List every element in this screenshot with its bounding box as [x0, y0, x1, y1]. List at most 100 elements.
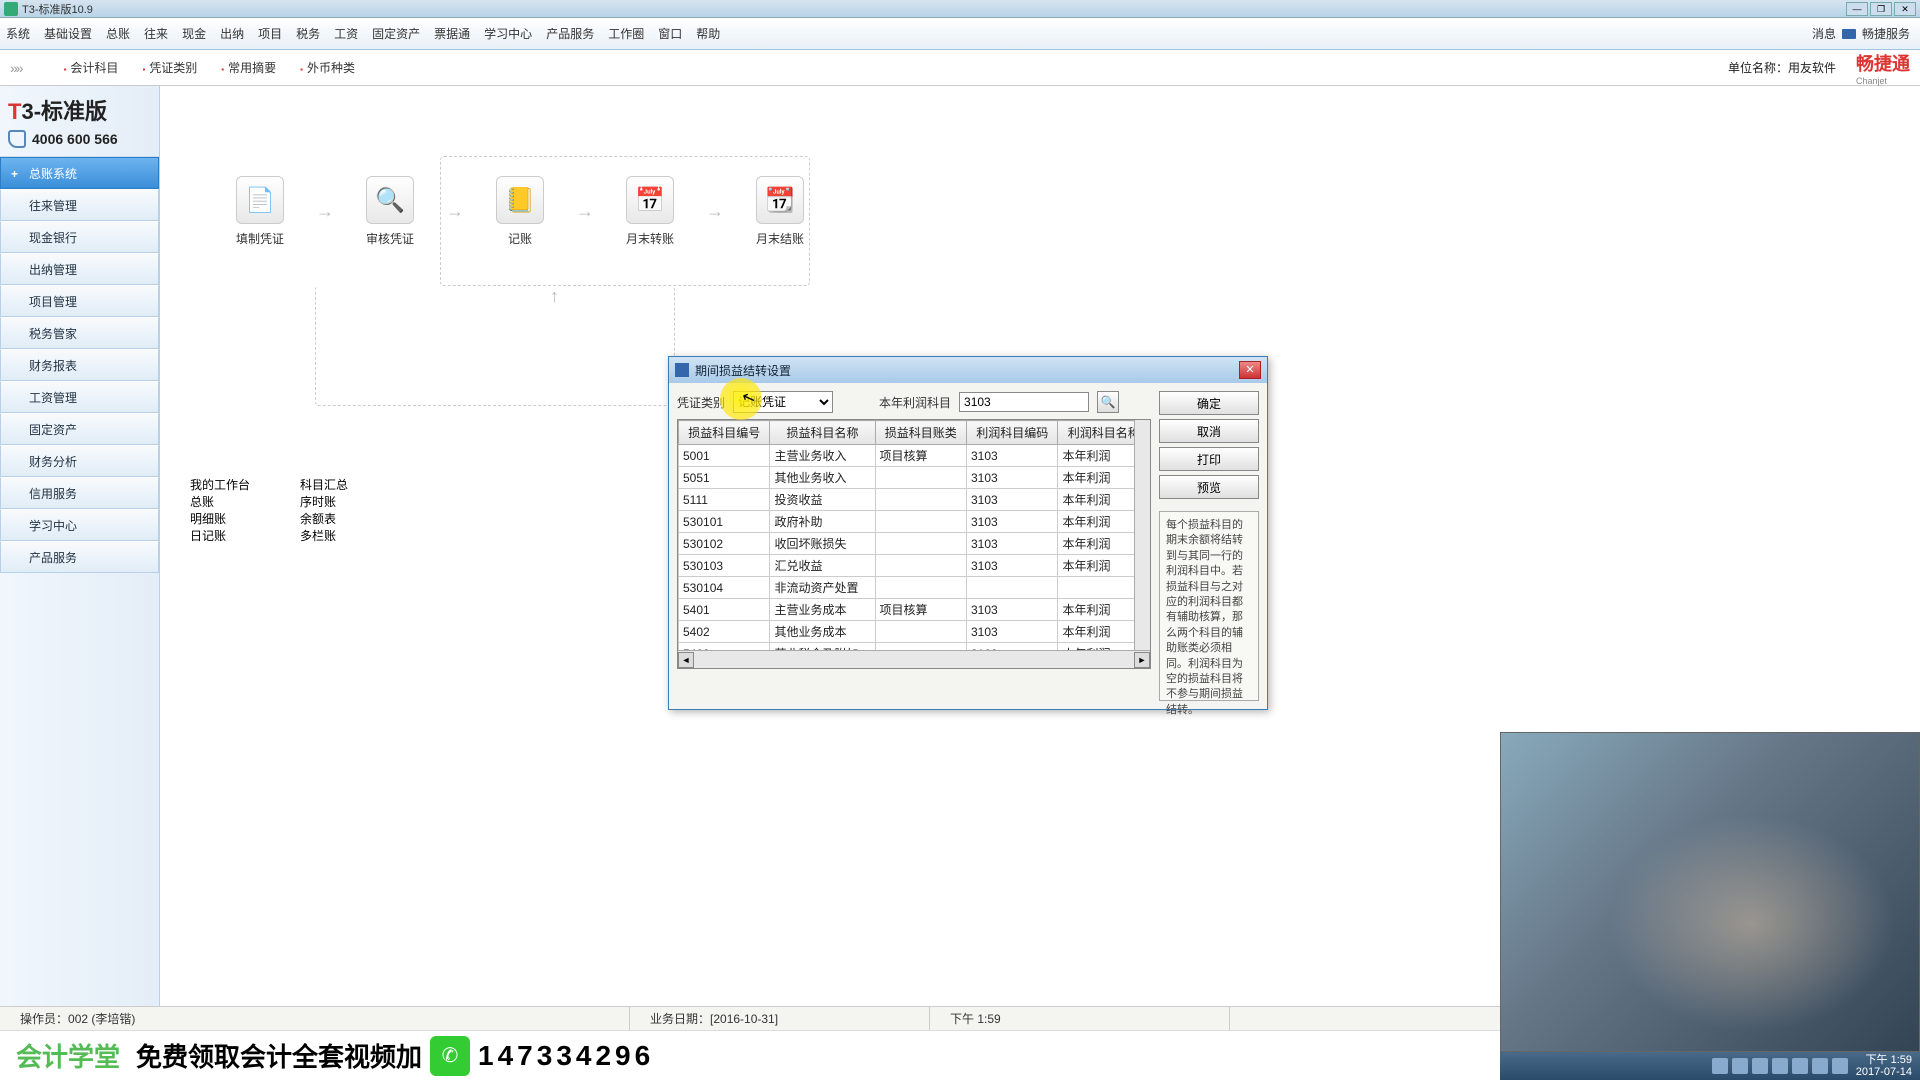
menu-item-6[interactable]: 项目	[252, 21, 288, 46]
minimize-button[interactable]: —	[1846, 2, 1868, 16]
taskbar-clock[interactable]: 下午 1:59 2017-07-14	[1856, 1054, 1912, 1078]
tray-icon[interactable]	[1712, 1058, 1728, 1074]
ok-button[interactable]: 确定	[1159, 391, 1259, 415]
menu-item-7[interactable]: 税务	[290, 21, 326, 46]
table-row[interactable]: 530101政府补助3103本年利润	[679, 511, 1150, 533]
envelope-icon[interactable]	[1842, 29, 1856, 39]
toolbar-link-0[interactable]: 会计科目	[64, 61, 119, 75]
table-row[interactable]: 530103汇兑收益3103本年利润	[679, 555, 1150, 577]
table-header[interactable]: 损益科目名称	[770, 421, 875, 445]
flow-step-0[interactable]: 📄填制凭证	[220, 176, 300, 247]
accounts-table[interactable]: 损益科目编号损益科目名称损益科目账类利润科目编码利润科目名称 5001主营业务收…	[678, 420, 1150, 669]
sidebar-item-0[interactable]: 总账系统	[0, 157, 159, 189]
expand-icon[interactable]: »»	[10, 60, 22, 76]
table-row[interactable]: 5001主营业务收入项目核算3103本年利润	[679, 445, 1150, 467]
table-hscrollbar[interactable]: ◄ ►	[678, 650, 1150, 668]
menu-item-15[interactable]: 帮助	[690, 21, 726, 46]
table-row[interactable]: 5401主营业务成本项目核算3103本年利润	[679, 599, 1150, 621]
sidebar-item-8[interactable]: 固定资产	[0, 413, 159, 445]
tray-icon[interactable]	[1792, 1058, 1808, 1074]
sidebar-item-10[interactable]: 信用服务	[0, 477, 159, 509]
menu-item-4[interactable]: 现金	[176, 21, 212, 46]
banner-text: 免费领取会计全套视频加	[136, 1037, 422, 1074]
system-tray[interactable]	[1712, 1058, 1848, 1074]
webcam-overlay	[1500, 732, 1920, 1052]
tray-icon[interactable]	[1732, 1058, 1748, 1074]
arrow-right-icon: →	[300, 201, 350, 222]
dialog-titlebar[interactable]: 期间损益结转设置 ✕	[669, 357, 1267, 383]
dialog-close-button[interactable]: ✕	[1239, 361, 1261, 379]
lookup-button[interactable]: 🔍	[1097, 391, 1119, 413]
table-row[interactable]: 530104非流动资产处置​	[679, 577, 1150, 599]
menu-item-2[interactable]: 总账	[100, 21, 136, 46]
service-link[interactable]: 畅捷服务	[1862, 25, 1910, 42]
app-icon	[4, 2, 18, 16]
sidebar-item-3[interactable]: 出纳管理	[0, 253, 159, 285]
preview-button[interactable]: 预览	[1159, 475, 1259, 499]
tray-icon[interactable]	[1812, 1058, 1828, 1074]
sidebar-item-1[interactable]: 往来管理	[0, 189, 159, 221]
sidebar-item-9[interactable]: 财务分析	[0, 445, 159, 477]
tray-icon[interactable]	[1752, 1058, 1768, 1074]
menu-item-12[interactable]: 产品服务	[540, 21, 600, 46]
menubar: 系统基础设置总账往来现金出纳项目税务工资固定资产票据通学习中心产品服务工作圈窗口…	[0, 21, 726, 46]
quicklink-left-1[interactable]: 总账	[190, 493, 250, 510]
table-header[interactable]: 利润科目编码	[967, 421, 1058, 445]
tray-icon[interactable]	[1832, 1058, 1848, 1074]
sidebar-item-12[interactable]: 产品服务	[0, 541, 159, 573]
menu-item-1[interactable]: 基础设置	[38, 21, 98, 46]
quicklink-left-2[interactable]: 明细账	[190, 510, 250, 527]
scroll-left-button[interactable]: ◄	[678, 652, 694, 668]
table-header[interactable]: 损益科目账类	[875, 421, 966, 445]
table-row[interactable]: 530102收回坏账损失3103本年利润	[679, 533, 1150, 555]
phone-number: 4006 600 566	[32, 131, 118, 147]
message-link[interactable]: 消息	[1812, 25, 1836, 42]
quicklink-right-3[interactable]: 多栏账	[300, 527, 348, 544]
scroll-right-button[interactable]: ►	[1134, 652, 1150, 668]
quicklink-left-0[interactable]: 我的工作台	[190, 476, 250, 493]
quicklink-right-2[interactable]: 余额表	[300, 510, 348, 527]
voucher-type-select[interactable]: 记账凭证	[733, 391, 833, 413]
sidebar-item-11[interactable]: 学习中心	[0, 509, 159, 541]
profit-account-input[interactable]	[959, 392, 1089, 412]
window-titlebar: T3-标准版10.9 — ❐ ✕	[0, 0, 1920, 18]
flow-step-4[interactable]: 📆月末结账	[740, 176, 820, 247]
print-button[interactable]: 打印	[1159, 447, 1259, 471]
table-row[interactable]: 5051其他业务收入3103本年利润	[679, 467, 1150, 489]
table-vscrollbar[interactable]	[1134, 420, 1150, 650]
flow-icon: 📆	[756, 176, 804, 224]
cancel-button[interactable]: 取消	[1159, 419, 1259, 443]
menu-item-8[interactable]: 工资	[328, 21, 364, 46]
quicklink-left-3[interactable]: 日记账	[190, 527, 250, 544]
flow-step-1[interactable]: 🔍审核凭证	[350, 176, 430, 247]
menu-item-9[interactable]: 固定资产	[366, 21, 426, 46]
menu-item-3[interactable]: 往来	[138, 21, 174, 46]
toolbar-link-3[interactable]: 外币种类	[300, 61, 355, 75]
menu-item-13[interactable]: 工作圈	[602, 21, 650, 46]
help-text: 每个损益科目的期末余额将结转到与其同一行的利润科目中。若损益科目与之对应的利润科…	[1159, 511, 1259, 701]
status-time: 下午 1:59	[950, 1012, 1001, 1026]
flow-step-2[interactable]: 📒记账	[480, 176, 560, 247]
menu-item-14[interactable]: 窗口	[652, 21, 688, 46]
menu-item-11[interactable]: 学习中心	[478, 21, 538, 46]
windows-taskbar[interactable]: 下午 1:59 2017-07-14	[1500, 1052, 1920, 1080]
table-row[interactable]: 5111投资收益3103本年利润	[679, 489, 1150, 511]
toolbar-link-1[interactable]: 凭证类别	[142, 61, 197, 75]
menu-item-5[interactable]: 出纳	[214, 21, 250, 46]
table-row[interactable]: 5402其他业务成本3103本年利润	[679, 621, 1150, 643]
sidebar-item-2[interactable]: 现金银行	[0, 221, 159, 253]
table-header[interactable]: 损益科目编号	[679, 421, 770, 445]
close-button[interactable]: ✕	[1894, 2, 1916, 16]
tray-icon[interactable]	[1772, 1058, 1788, 1074]
sidebar-item-4[interactable]: 项目管理	[0, 285, 159, 317]
quicklink-right-1[interactable]: 序时账	[300, 493, 348, 510]
sidebar-item-5[interactable]: 税务管家	[0, 317, 159, 349]
quicklink-right-0[interactable]: 科目汇总	[300, 476, 348, 493]
menu-item-10[interactable]: 票据通	[428, 21, 476, 46]
maximize-button[interactable]: ❐	[1870, 2, 1892, 16]
sidebar-item-6[interactable]: 财务报表	[0, 349, 159, 381]
toolbar-link-2[interactable]: 常用摘要	[221, 61, 276, 75]
flow-step-3[interactable]: 📅月末转账	[610, 176, 690, 247]
menu-item-0[interactable]: 系统	[0, 21, 36, 46]
sidebar-item-7[interactable]: 工资管理	[0, 381, 159, 413]
